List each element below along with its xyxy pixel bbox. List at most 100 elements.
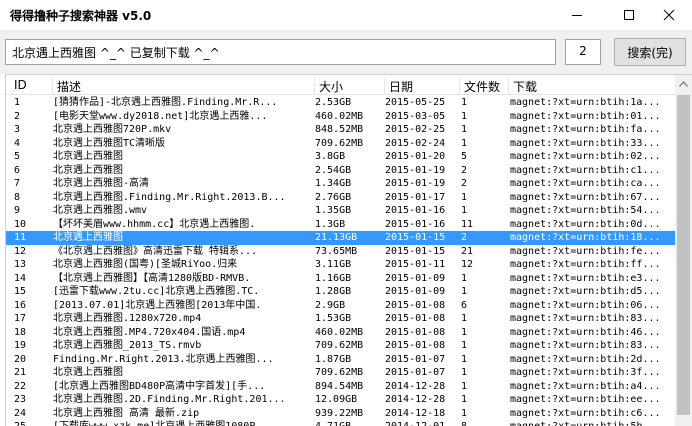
table-row[interactable]: 7 北京遇上西雅图-高清 1.34GB 2015-01-19 2 magnet:?xt=u… [6, 177, 675, 191]
row-file-count: 1 [461, 313, 468, 324]
row-size: 2.9GB [315, 299, 346, 311]
chevron-up-icon [679, 80, 688, 87]
row-magnet-link: magnet:?xt=urn:btih:18... [510, 232, 661, 243]
table-row[interactable]: 13 北京遇上西雅图(国粤)[圣城RiYoo.归来 3.11GB 2015-01-11… [6, 258, 675, 272]
row-description: Finding.Mr.Right.2013.北京遇上西雅图... [53, 353, 274, 365]
table-row[interactable]: 3 北京遇上西雅图720P.mkv 848.52MB 2015-02-25 1 magne… [6, 123, 675, 137]
row-magnet-link: magnet:?xt=urn:btih:46... [510, 326, 661, 338]
row-size: 3.11GB [315, 259, 352, 270]
row-file-count: 2 [461, 178, 468, 189]
row-magnet-link: magnet:?xt=urn:btih:01... [510, 110, 661, 122]
row-magnet-link: magnet:?xt=urn:btih:83... [510, 313, 661, 324]
column-header-description[interactable]: 描述 [53, 78, 315, 95]
row-date: 2015-01-07 [385, 367, 446, 378]
search-input[interactable]: 北京遇上西雅图 ^_^ 已复制下载 ^_^ [5, 39, 556, 65]
row-date: 2015-01-16 [385, 218, 446, 230]
row-description: 北京遇上西雅图-高清 [53, 178, 150, 189]
table-row[interactable]: 15 [迅雷下载www.2tu.cc]北京遇上西雅图.TC. 1.28GB 2015-… [6, 285, 675, 299]
row-size: 1.87GB [315, 353, 352, 365]
row-date: 2015-01-11 [385, 259, 446, 270]
row-id: 20 [14, 353, 27, 365]
row-date: 2015-05-25 [385, 97, 446, 108]
row-id: 2 [14, 110, 21, 122]
row-date: 2014-12-28 [385, 394, 446, 405]
table-row[interactable]: 24 北京遇上西雅图 高清 最新.zip 939.22MB 2014-12-18 1 ma… [6, 407, 675, 421]
row-description: [北京遇上西雅图BD480P高清中字首发][手... [53, 380, 266, 392]
close-button[interactable] [646, 0, 692, 30]
row-file-count: 6 [461, 299, 468, 311]
row-id: 13 [14, 259, 27, 270]
column-header-download[interactable]: 下载 [509, 78, 675, 95]
row-magnet-link: magnet:?xt=urn:btih:2d... [510, 353, 661, 365]
search-button[interactable]: 搜索(完) [614, 38, 686, 66]
row-size: 1.35GB [315, 205, 352, 216]
table-row[interactable]: 8 北京遇上西雅图.Finding.Mr.Right.2013.B... 2.76G… [6, 191, 675, 205]
table-row[interactable]: 16 [2013.07.01]北京遇上西雅图[2013年中国. 2.9GB 2015-… [6, 299, 675, 313]
column-header-id[interactable]: ID [10, 78, 53, 95]
row-file-count: 1 [461, 272, 468, 284]
table-row[interactable]: 9 北京遇上西雅图.wmv 1.35GB 2015-01-16 1 magnet:?xt=… [6, 204, 675, 218]
table-row[interactable]: 4 北京遇上西雅图TC清晰版 709.62MB 2015-02-24 1 magnet:?… [6, 137, 675, 151]
row-description: 北京遇上西雅图 [53, 151, 123, 162]
table-row[interactable]: 12 《北京遇上西雅图》高清迅雷下载 特辑系... 73.65MB 2015-01-1… [6, 245, 675, 259]
table-row[interactable]: 21 北京遇上西雅图 709.62MB 2015-01-07 1 magnet:?xt=u… [6, 366, 675, 380]
row-id: 7 [14, 178, 21, 189]
table-row[interactable]: 14 【北京遇上西雅图】【高清1280版BD-RMVB. 1.16GB 2015-01… [6, 272, 675, 286]
row-description: 北京遇上西雅图_2013_TS.rmvb [53, 340, 202, 351]
row-description: 北京遇上西雅图 [53, 367, 123, 378]
column-header-size[interactable]: 大小 [315, 78, 385, 95]
row-date: 2015-02-25 [385, 124, 446, 135]
table-row[interactable]: 18 北京遇上西雅图.MP4.720x404.国语.mp4 460.02MB 2015… [6, 326, 675, 340]
table-row[interactable]: 23 北京遇上西雅图.2D.Finding.Mr.Right.201... 12.0… [6, 393, 675, 407]
table-row[interactable]: 10 【坏坏美眉www.hhmm.cc】北京遇上西雅图. 1.3GB 2015-01-… [6, 218, 675, 232]
table-row[interactable]: 1 [猜猜作品]-北京遇上西雅图.Finding.Mr.R... 2.53GB 201… [6, 96, 675, 110]
row-description: [猜猜作品]-北京遇上西雅图.Finding.Mr.R... [53, 97, 278, 108]
row-id: 4 [14, 137, 21, 149]
row-date: 2015-01-08 [385, 313, 446, 324]
table-row[interactable]: 11 北京遇上西雅图 21.13GB 2015-01-15 2 magnet:?xt=ur… [6, 231, 675, 245]
row-file-count: 2 [461, 232, 468, 243]
row-id: 3 [14, 124, 21, 135]
row-date: 2014-12-01 [385, 420, 460, 426]
row-size: 1.3GB [315, 218, 346, 230]
table-row[interactable]: 25[下载库www.xzk.me]北京遇上西雅图1080P 4.71GB2014-… [6, 420, 675, 426]
table-row[interactable]: 6 北京遇上西雅图 2.54GB 2015-01-19 2 magnet:?xt=urn:… [6, 164, 675, 178]
row-id: 5 [14, 151, 21, 162]
row-description: [迅雷下载www.2tu.cc]北京遇上西雅图.TC. [53, 286, 260, 297]
minimize-button[interactable] [554, 0, 600, 30]
table-row[interactable]: 5 北京遇上西雅图 3.8GB 2015-01-20 5 magnet:?xt=urn:b… [6, 150, 675, 164]
row-size: 21.13GB [315, 232, 358, 243]
row-date: 2015-01-09 [385, 272, 446, 284]
row-size: 1.53GB [315, 313, 352, 324]
page-number-input[interactable]: 2 [565, 39, 601, 65]
vertical-scrollbar[interactable] [675, 75, 692, 426]
column-header-date[interactable]: 日期 [385, 78, 460, 95]
table-row[interactable]: 19 北京遇上西雅图_2013_TS.rmvb 709.62MB 2015-01-08… [6, 339, 675, 353]
list-header: ID 描述 大小 日期 文件数 下载 [6, 75, 692, 95]
row-id: 1 [14, 97, 21, 108]
row-date: 2014-12-28 [385, 380, 446, 392]
column-header-files[interactable]: 文件数 [460, 78, 509, 95]
row-file-count: 11 [461, 218, 474, 230]
row-id: 17 [14, 313, 27, 324]
row-description: 北京遇上西雅图720P.mkv [53, 124, 172, 135]
row-date: 2015-01-09 [385, 286, 446, 297]
table-row[interactable]: 17 北京遇上西雅图.1280x720.mp4 1.53GB 2015-01-08 1 m… [6, 312, 675, 326]
row-magnet-link: magnet:?xt=urn:btih:33... [510, 137, 661, 149]
table-row[interactable]: 22 [北京遇上西雅图BD480P高清中字首发][手... 894.54MB 2014… [6, 380, 675, 394]
row-file-count: 1 [461, 394, 468, 405]
row-file-count: 12 [461, 259, 474, 270]
table-row[interactable]: 20 Finding.Mr.Right.2013.北京遇上西雅图... 1.87GB… [6, 353, 675, 367]
row-file-count: 8 [461, 420, 509, 426]
row-date: 2015-01-19 [385, 164, 446, 176]
scroll-thumb[interactable] [677, 95, 690, 415]
row-description: 《北京遇上西雅图》高清迅雷下载 特辑系... [53, 245, 258, 257]
table-row[interactable]: 2 [电影天堂www.dy2018.net]北京遇上西雅... 460.02MB 20… [6, 110, 675, 124]
row-magnet-link: magnet:?xt=urn:btih:5b... [510, 420, 674, 426]
minimize-icon [572, 15, 582, 16]
row-id: 24 [14, 407, 27, 419]
scroll-up-button[interactable] [675, 75, 692, 92]
row-description: 北京遇上西雅图.Finding.Mr.Right.2013.B... [53, 191, 286, 203]
row-id: 9 [14, 205, 21, 216]
row-magnet-link: magnet:?xt=urn:btih:fe... [510, 245, 661, 257]
